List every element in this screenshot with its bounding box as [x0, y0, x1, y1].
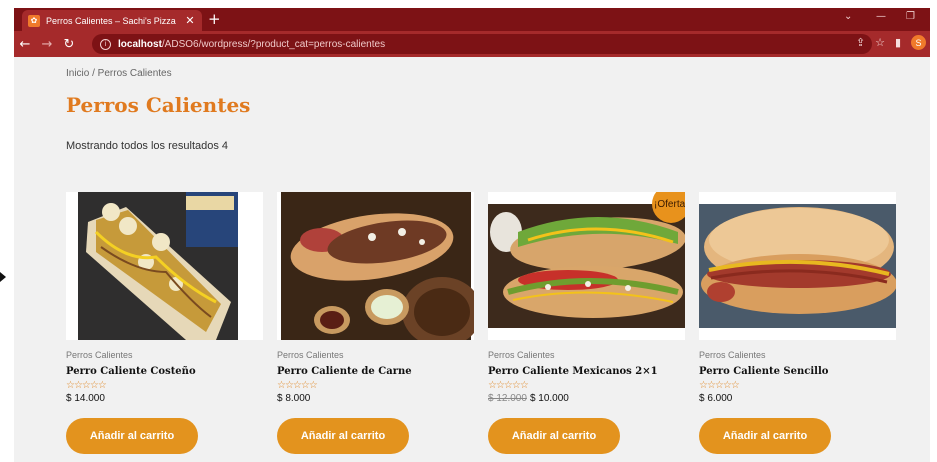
url-host: localhost: [118, 38, 162, 50]
product-price: $ 12.000 $ 10.000: [488, 393, 685, 404]
pizza-favicon-icon: ✿: [28, 14, 40, 27]
reload-icon[interactable]: ↻: [58, 37, 80, 52]
price-current: $ 6.000: [699, 393, 733, 404]
tab-title: Perros Calientes – Sachi's Pizza: [46, 15, 176, 26]
chevron-down-icon[interactable]: ⌄: [844, 11, 852, 22]
cursor-arrow-icon: [0, 272, 6, 282]
hotdog-sencillo-illustration: [699, 204, 896, 328]
product-name[interactable]: Perro Caliente Sencillo: [699, 366, 896, 377]
product-category[interactable]: Perros Calientes: [699, 350, 896, 360]
product-image[interactable]: [277, 192, 474, 340]
sidepanel-icon[interactable]: ▮: [895, 36, 901, 49]
page-title: Perros Calientes: [66, 93, 251, 117]
product-price: $ 8.000: [277, 393, 474, 404]
product-image[interactable]: [699, 192, 896, 340]
profile-avatar[interactable]: S: [911, 35, 926, 50]
forward-icon[interactable]: →: [36, 37, 58, 52]
breadcrumb[interactable]: Inicio / Perros Calientes: [66, 68, 172, 79]
add-to-cart-button[interactable]: Añadir al carrito: [488, 418, 620, 454]
product-name[interactable]: Perro Caliente de Carne: [277, 366, 474, 377]
product-category[interactable]: Perros Calientes: [488, 350, 685, 360]
product-card: ¡Oferta! Perros Calientes Perro Caliente…: [488, 192, 685, 454]
product-price: $ 6.000: [699, 393, 896, 404]
rating-stars: ☆☆☆☆☆: [699, 380, 740, 391]
product-category[interactable]: Perros Calientes: [277, 350, 474, 360]
minimize-icon[interactable]: —: [876, 11, 886, 22]
address-bar: ← → ↻ i localhost /ADSO6/wordpress/?prod…: [14, 31, 930, 57]
url-path: /ADSO6/wordpress/?product_cat=perros-cal…: [161, 38, 386, 50]
back-icon[interactable]: ←: [14, 37, 36, 52]
product-card: Perros Calientes Perro Caliente Costeño …: [66, 192, 263, 454]
new-tab-button[interactable]: +: [208, 10, 221, 28]
info-icon[interactable]: i: [100, 38, 111, 50]
product-card: Perros Calientes Perro Caliente de Carne…: [277, 192, 474, 454]
share-icon[interactable]: ⇪: [856, 36, 865, 49]
price-current: $ 14.000: [66, 393, 105, 404]
price-old: $ 12.000: [488, 393, 527, 404]
price-current: $ 8.000: [277, 393, 311, 404]
price-current: $ 10.000: [529, 393, 569, 404]
product-image[interactable]: ¡Oferta!: [488, 192, 685, 340]
product-name[interactable]: Perro Caliente Mexicanos 2×1: [488, 366, 685, 377]
rating-stars: ☆☆☆☆☆: [66, 380, 107, 391]
close-tab-icon[interactable]: ✕: [184, 14, 196, 27]
add-to-cart-button[interactable]: Añadir al carrito: [277, 418, 409, 454]
rating-stars: ☆☆☆☆☆: [488, 380, 529, 391]
product-name[interactable]: Perro Caliente Costeño: [66, 366, 263, 377]
product-image[interactable]: [66, 192, 263, 340]
product-card: Perros Calientes Perro Caliente Sencillo…: [699, 192, 896, 454]
rating-stars: ☆☆☆☆☆: [277, 380, 318, 391]
browser-tab[interactable]: ✿ Perros Calientes – Sachi's Pizza ✕: [22, 10, 202, 31]
add-to-cart-button[interactable]: Añadir al carrito: [699, 418, 831, 454]
page-content: Inicio / Perros Calientes Perros Calient…: [14, 57, 930, 462]
hotdog-carne-illustration: [281, 192, 474, 340]
results-count: Mostrando todos los resultados 4: [66, 140, 229, 152]
restore-icon[interactable]: ❐: [906, 11, 915, 22]
star-icon[interactable]: ☆: [875, 36, 885, 49]
hotdog-costeno-illustration: [78, 192, 238, 340]
browser-window: ✿ Perros Calientes – Sachi's Pizza ✕ + ⌄…: [0, 0, 937, 462]
tab-bar: ✿ Perros Calientes – Sachi's Pizza ✕ + ⌄…: [14, 8, 930, 31]
product-category[interactable]: Perros Calientes: [66, 350, 263, 360]
url-input[interactable]: i localhost /ADSO6/wordpress/?product_ca…: [92, 34, 872, 54]
add-to-cart-button[interactable]: Añadir al carrito: [66, 418, 198, 454]
product-price: $ 14.000: [66, 393, 263, 404]
